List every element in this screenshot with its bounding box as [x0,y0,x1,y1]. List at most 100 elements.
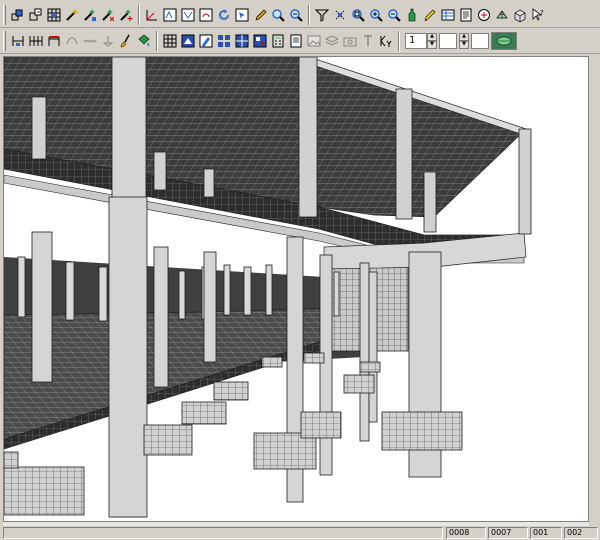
range-spinner[interactable]: ▲ ▼ [459,32,469,50]
column[interactable] [31,96,47,160]
column[interactable] [203,168,215,198]
column[interactable] [298,57,318,218]
column[interactable] [17,256,26,318]
column[interactable] [223,264,231,316]
edit-mesh-icon[interactable] [197,32,214,50]
column[interactable] [333,271,340,317]
spin-up-icon[interactable]: ▲ [459,32,469,41]
rotate-view-icon[interactable] [197,6,214,24]
column[interactable] [153,246,169,388]
node-select-icon[interactable] [331,6,348,24]
refresh-icon[interactable] [215,6,232,24]
level-spinner-arrows[interactable]: ▲ ▼ [427,32,437,49]
column[interactable] [203,251,217,363]
help-cursor-icon[interactable]: ? [529,6,546,24]
column[interactable] [31,231,53,383]
table-icon[interactable] [439,6,456,24]
zoom-out-icon[interactable] [287,6,304,24]
zoom-extents-icon[interactable] [385,6,402,24]
calculator-icon[interactable] [269,32,286,50]
frame-copy-icon[interactable] [27,6,44,24]
pencil-icon[interactable] [251,6,268,24]
tiles-selected-icon[interactable] [233,32,250,50]
filter-icon[interactable] [313,6,330,24]
pick-icon[interactable] [233,6,250,24]
text-icon[interactable] [359,32,376,50]
footing[interactable] [381,411,463,451]
spin-down-icon[interactable]: ▼ [459,40,469,49]
mesh-icon[interactable] [493,6,510,24]
footing[interactable] [213,381,249,401]
level-range-field[interactable] [439,32,457,49]
footing[interactable] [343,374,375,394]
box-icon[interactable] [511,6,528,24]
toolbar-separator [398,30,400,51]
grid-view-icon[interactable] [161,32,178,50]
zoom-in-icon[interactable] [269,6,286,24]
structural-3d-model[interactable] [4,57,589,522]
brush-icon[interactable] [117,32,134,50]
column[interactable] [265,264,273,316]
slab-icon[interactable] [45,32,62,50]
footing[interactable] [143,424,193,456]
toolbar-grip[interactable] [3,4,6,25]
range-spinner-arrows[interactable]: ▲ ▼ [459,32,469,49]
highlighter-icon[interactable] [421,6,438,24]
column[interactable] [153,151,167,191]
level-value[interactable]: 1 [405,32,427,49]
spin-down-icon[interactable]: ▼ [427,40,437,49]
render-icon[interactable] [179,32,196,50]
support-icon[interactable] [99,32,116,50]
column[interactable] [518,128,532,235]
footing[interactable] [359,361,381,373]
axis-yz-icon[interactable] [179,6,196,24]
render-mode-button[interactable] [491,31,517,50]
column[interactable] [368,271,378,423]
curve-icon[interactable] [63,32,80,50]
column[interactable] [98,266,108,322]
model-viewport[interactable] [3,56,589,522]
footing[interactable] [4,466,85,516]
range-end-field[interactable] [471,32,489,49]
column[interactable] [319,254,333,476]
frame-icon[interactable] [9,6,26,24]
notes-icon[interactable] [457,6,474,24]
column[interactable] [65,261,75,321]
paint-icon[interactable] [135,32,152,50]
column[interactable] [243,266,252,316]
tiles-icon[interactable] [215,32,232,50]
load-icon[interactable] [475,6,492,24]
column[interactable] [359,262,370,442]
panel-icon[interactable] [251,32,268,50]
bottle-icon[interactable] [403,6,420,24]
toolbar-grip[interactable] [3,30,6,51]
column[interactable] [423,171,437,233]
axis-xz-icon[interactable] [161,6,178,24]
grid-icon[interactable] [45,6,62,24]
zoom-window-icon[interactable] [349,6,366,24]
column[interactable] [108,196,148,518]
spring-icon[interactable] [81,32,98,50]
coefficient-icon[interactable] [377,32,394,50]
wall-icon[interactable] [9,32,26,50]
report-icon[interactable] [287,32,304,50]
image-icon[interactable] [305,32,322,50]
column[interactable] [178,270,186,320]
zoom-all-icon[interactable] [367,6,384,24]
spin-up-icon[interactable]: ▲ [427,32,437,41]
footing[interactable] [261,356,283,368]
layers-icon[interactable] [323,32,340,50]
footing[interactable] [4,451,19,469]
walls-multi-icon[interactable] [27,32,44,50]
axis-icon[interactable] [143,6,160,24]
footing[interactable] [303,352,325,364]
footing[interactable] [300,411,342,439]
level-spinner[interactable]: 1 ▲ ▼ [405,32,437,50]
wand-plus-icon[interactable] [117,6,134,24]
wand-settings-icon[interactable] [81,6,98,24]
camera-icon[interactable] [341,32,358,50]
wand-icon[interactable] [63,6,80,24]
footing[interactable] [181,401,227,425]
column[interactable] [395,88,413,220]
wand-delete-icon[interactable] [99,6,116,24]
